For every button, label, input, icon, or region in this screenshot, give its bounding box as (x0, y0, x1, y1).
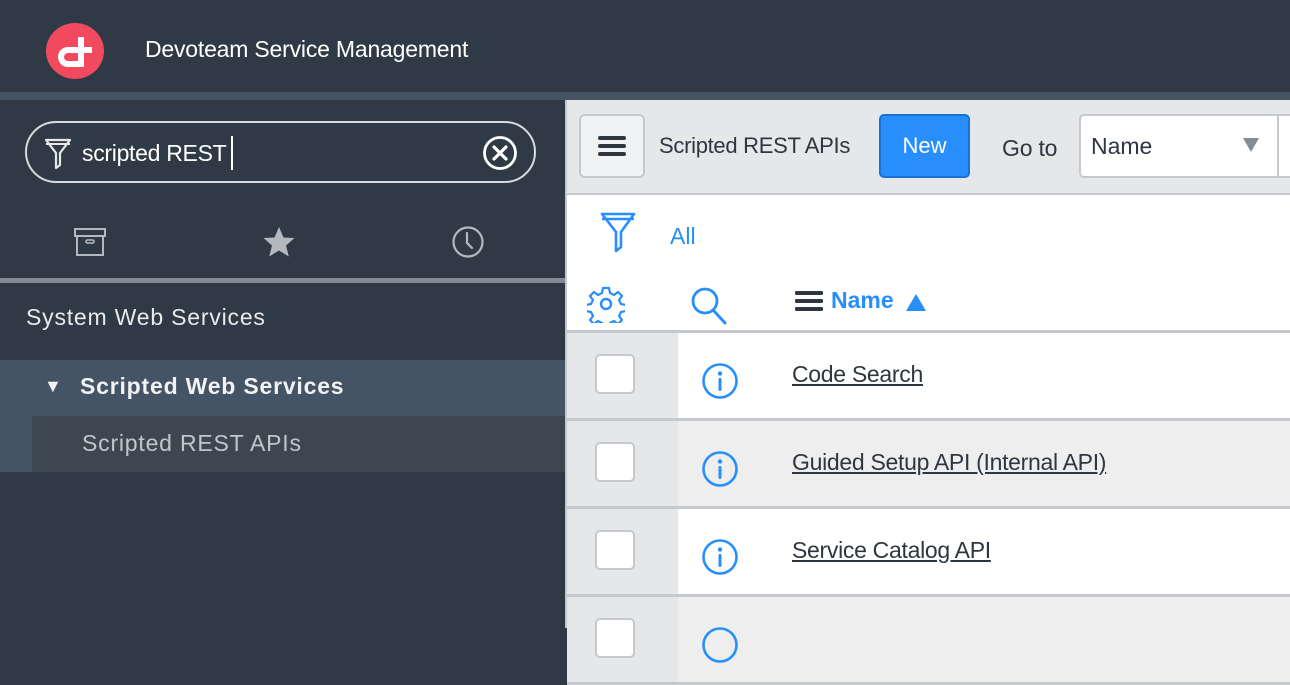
app-header: Devoteam Service Management (0, 0, 1290, 92)
table-row: Code Search (567, 333, 1290, 421)
row-name-link[interactable]: Code Search (792, 361, 923, 388)
filter-breadcrumb: All (567, 197, 1290, 277)
module-scripted-rest-apis[interactable]: Scripted REST APIs (32, 416, 565, 472)
goto-search-input[interactable] (1277, 114, 1290, 178)
column-name-label: Name (831, 287, 894, 313)
row-checkbox[interactable] (595, 354, 635, 394)
navigator-divider (0, 278, 565, 283)
list-view: Scripted REST APIs New Go to Name All Na… (565, 100, 1290, 685)
table-row-partial (567, 597, 1290, 685)
devoteam-logo-icon[interactable] (46, 23, 104, 79)
list-rows: Code Search Guided Setup API (Internal A… (567, 333, 1290, 685)
text-caret (231, 136, 233, 170)
list-toolbar: Scripted REST APIs New Go to Name (567, 100, 1290, 195)
sort-ascending-icon (905, 294, 926, 311)
goto-field-select[interactable]: Name (1079, 114, 1279, 178)
checkbox-cell (567, 421, 678, 506)
clock-icon (452, 226, 484, 258)
module-child-label: Scripted REST APIs (82, 430, 302, 456)
row-checkbox[interactable] (595, 530, 635, 570)
module-children: Scripted REST APIs (0, 416, 565, 472)
search-icon[interactable] (689, 285, 729, 332)
filter-funnel-icon[interactable] (599, 211, 637, 260)
header-divider (0, 92, 1290, 100)
checkbox-cell (567, 333, 678, 418)
tab-history[interactable] (438, 212, 498, 272)
archive-box-icon (74, 228, 106, 256)
checkbox-cell (567, 509, 678, 594)
navigator-filter[interactable] (25, 121, 536, 183)
module-scripted-web-services[interactable]: ▼ Scripted Web Services (0, 360, 565, 416)
checkbox-cell (567, 597, 678, 682)
module-label: Scripted Web Services (80, 373, 345, 399)
column-header-row: Name (567, 277, 1290, 333)
funnel-icon (43, 137, 73, 176)
breadcrumb-all[interactable]: All (670, 223, 696, 250)
row-checkbox[interactable] (595, 442, 635, 482)
info-icon[interactable] (701, 450, 739, 493)
info-icon[interactable] (701, 538, 739, 581)
tab-all-applications[interactable] (60, 212, 120, 272)
list-context-menu-button[interactable] (579, 114, 645, 178)
app-title: Devoteam Service Management (145, 36, 469, 62)
goto-selected-value: Name (1091, 133, 1153, 159)
info-icon[interactable] (701, 362, 739, 405)
info-icon[interactable] (701, 626, 739, 669)
column-header-name[interactable]: Name (795, 287, 926, 314)
column-menu-icon (795, 290, 823, 311)
row-name-link[interactable]: Guided Setup API (Internal API) (792, 449, 1106, 476)
row-name-link[interactable]: Service Catalog API (792, 537, 991, 564)
clear-filter-button[interactable] (482, 135, 518, 171)
expand-triangle-icon: ▼ (44, 376, 62, 396)
hamburger-icon (598, 136, 626, 156)
goto-label: Go to (1002, 135, 1058, 161)
dropdown-arrow-icon (1243, 138, 1259, 152)
tab-favorites[interactable] (249, 212, 309, 272)
navigator-tabs (0, 212, 565, 272)
navigator-filter-input[interactable] (82, 137, 462, 169)
application-navigator: System Web Services ▼ Scripted Web Servi… (0, 100, 565, 628)
table-row: Service Catalog API (567, 509, 1290, 597)
star-icon (263, 227, 295, 257)
table-row: Guided Setup API (Internal API) (567, 421, 1290, 509)
gear-icon[interactable] (584, 285, 628, 330)
new-button[interactable]: New (879, 114, 970, 178)
row-checkbox[interactable] (595, 618, 635, 658)
application-section-title[interactable]: System Web Services (26, 304, 266, 331)
clear-circle-icon (483, 136, 517, 170)
list-title: Scripted REST APIs (659, 133, 851, 158)
